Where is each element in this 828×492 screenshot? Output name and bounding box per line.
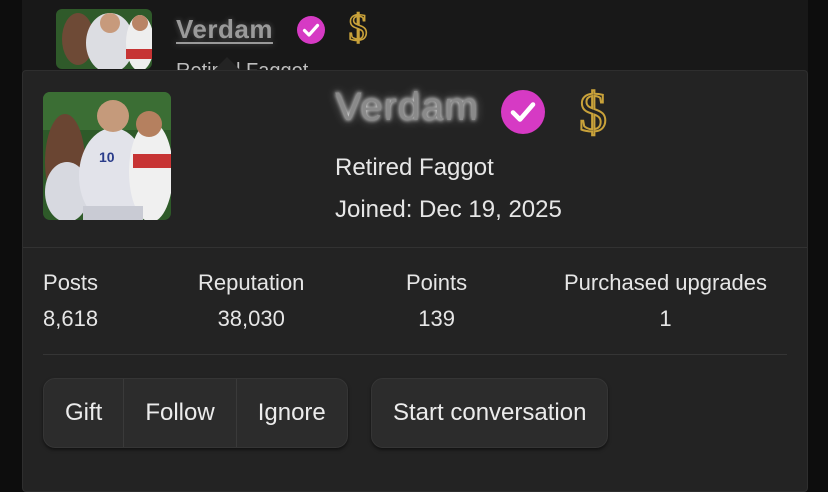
svg-text:$: $	[579, 83, 607, 141]
member-tooltip-card: 10 Verdam $ Retired Faggot Joined: Dec 1…	[22, 70, 808, 492]
divider	[43, 354, 787, 355]
post-username[interactable]: Verdam	[176, 14, 273, 45]
stat-points[interactable]: Points 139	[406, 270, 467, 332]
verified-badge-icon	[296, 15, 326, 50]
divider	[23, 247, 807, 248]
svg-text:10: 10	[99, 149, 115, 165]
start-conversation-button[interactable]: Start conversation	[371, 378, 609, 448]
stat-label: Posts	[43, 270, 99, 295]
post-avatar[interactable]	[56, 9, 152, 69]
stat-label: Reputation	[198, 270, 305, 295]
follow-button[interactable]: Follow	[123, 379, 235, 447]
verified-badge-icon	[500, 89, 546, 140]
stat-posts[interactable]: Posts 8,618	[43, 270, 98, 332]
member-user-title: Retired Faggot	[335, 154, 494, 181]
stat-value: 38,030	[217, 306, 285, 331]
stat-value: 8,618	[43, 306, 99, 331]
ignore-button[interactable]: Ignore	[235, 379, 347, 447]
stat-value: 1	[659, 306, 672, 331]
stat-value: 139	[418, 306, 455, 331]
dollar-sign-icon: $	[342, 6, 374, 53]
tooltip-caret	[214, 57, 240, 70]
member-avatar[interactable]: 10	[43, 92, 171, 220]
dollar-sign-icon: $	[571, 81, 615, 146]
gift-button[interactable]: Gift	[44, 379, 123, 447]
member-joined-date: Joined: Dec 19, 2025	[335, 196, 562, 223]
stat-reputation[interactable]: Reputation 38,030	[198, 270, 304, 332]
member-username[interactable]: Verdam	[335, 85, 479, 130]
stat-label: Points	[406, 270, 468, 295]
member-action-group: Gift Follow Ignore	[43, 378, 348, 448]
svg-text:$: $	[349, 8, 368, 48]
stat-purchased-upgrades[interactable]: Purchased upgrades 1	[564, 270, 767, 332]
stat-label: Purchased upgrades	[564, 270, 768, 295]
